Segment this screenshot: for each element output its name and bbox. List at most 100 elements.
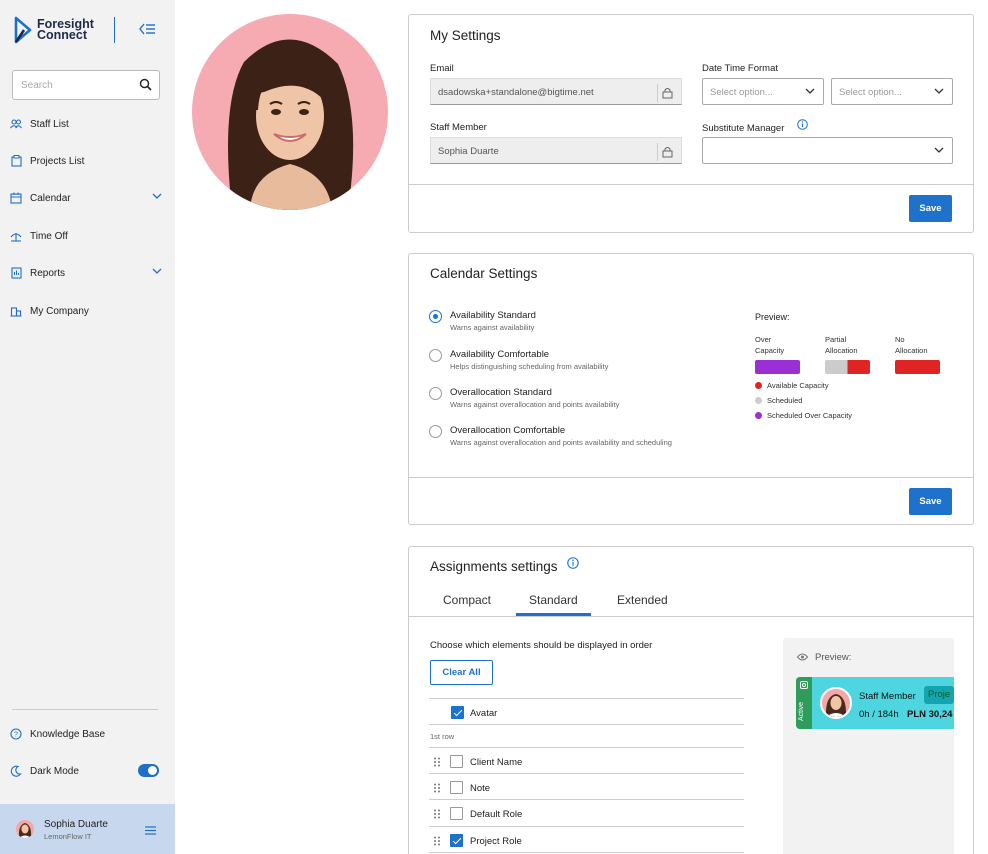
svg-text:?: ?	[14, 732, 18, 739]
my-settings-card: My Settings Email dsadowska+standalone@b…	[408, 14, 974, 233]
sidebar-item-calendar[interactable]: Calendar	[10, 187, 166, 209]
staff-member-label: Staff Member	[430, 122, 487, 133]
sidebar-item-label: Calendar	[30, 192, 71, 204]
no-allocation-bar	[895, 360, 940, 374]
caption-line: Allocation	[825, 346, 858, 355]
tab-compact[interactable]: Compact	[443, 593, 491, 607]
sidebar-item-knowledge-base[interactable]: ? Knowledge Base	[10, 723, 166, 745]
status-text: Active	[798, 701, 805, 721]
substitute-manager-select[interactable]	[702, 137, 953, 164]
avatar-label: Avatar	[470, 708, 498, 719]
foresight-logo-icon	[14, 16, 32, 44]
row-label: Client Name	[470, 757, 523, 768]
sidebar: Foresight Connect Staff List Projects Li…	[0, 0, 175, 854]
eye-icon	[797, 653, 808, 661]
project-role-checkbox[interactable]	[450, 834, 463, 847]
save-button[interactable]: Save	[909, 195, 952, 222]
staff-member-value: Sophia Duarte	[438, 146, 499, 157]
legend-available-capacity: Available Capacity	[755, 381, 829, 390]
save-button[interactable]: Save	[909, 488, 952, 515]
caption-line: Partial	[825, 335, 847, 344]
collapse-sidebar-icon[interactable]	[138, 21, 156, 37]
caption-line: Over	[755, 335, 772, 344]
status-icon	[800, 681, 808, 689]
preview-pln: PLN 30,24	[907, 709, 953, 720]
user-profile-bar[interactable]: Sophia Duarte LemonFlow IT	[0, 804, 175, 854]
note-checkbox[interactable]	[450, 781, 463, 794]
substitute-manager-label: Substitute Manager	[702, 123, 785, 134]
radio-button[interactable]	[429, 387, 442, 400]
chevron-down-icon	[934, 88, 944, 94]
knowledge-base-label: Knowledge Base	[30, 728, 106, 740]
legend-label: Scheduled	[767, 396, 803, 405]
time-format-select[interactable]: Select option...	[831, 78, 953, 105]
drag-handle-icon[interactable]	[433, 809, 441, 819]
status-strip: Active	[796, 677, 812, 729]
legend-label: Available Capacity	[767, 381, 829, 390]
logo-divider	[114, 17, 115, 43]
sidebar-item-label: Reports	[30, 267, 66, 279]
moon-icon	[10, 765, 22, 777]
avatar-checkbox[interactable]	[451, 706, 464, 719]
clear-all-button[interactable]: Clear All	[430, 660, 493, 685]
list-divider	[429, 747, 744, 748]
lock-icon	[657, 84, 677, 102]
search-input[interactable]	[13, 71, 133, 99]
search-icon[interactable]	[139, 78, 152, 91]
tab-standard[interactable]: Standard	[529, 593, 578, 607]
radio-button[interactable]	[429, 310, 442, 323]
partial-allocation-bar	[825, 360, 870, 374]
drag-handle-icon[interactable]	[433, 836, 441, 846]
no-allocation-caption: No Allocation	[895, 334, 928, 356]
chevron-down-icon[interactable]	[152, 268, 162, 275]
avatar	[16, 820, 34, 838]
sidebar-item-time-off[interactable]: Time Off	[10, 225, 166, 247]
legend-dot	[755, 412, 762, 419]
list-divider	[429, 698, 744, 699]
legend-dot	[755, 382, 762, 389]
chevron-down-icon[interactable]	[152, 193, 162, 200]
tabs-divider	[409, 616, 973, 617]
profile-photo[interactable]	[192, 14, 388, 210]
dark-mode-toggle[interactable]	[138, 764, 159, 777]
over-capacity-bar	[755, 360, 800, 374]
menu-icon[interactable]	[145, 826, 156, 835]
tab-extended[interactable]: Extended	[617, 593, 668, 607]
drag-handle-icon[interactable]	[433, 783, 441, 793]
caption-line: Capacity	[755, 346, 785, 355]
logo-line-2: Connect	[37, 28, 87, 42]
sidebar-item-label: Staff List	[30, 118, 69, 130]
partial-allocation-caption: Partial Allocation	[825, 334, 858, 356]
calendar-settings-card: Calendar Settings Availability Standard …	[408, 253, 974, 525]
card-divider	[409, 477, 973, 478]
list-divider	[429, 799, 744, 800]
radio-button[interactable]	[429, 349, 442, 362]
sidebar-item-staff-list[interactable]: Staff List	[10, 113, 166, 135]
default-role-checkbox[interactable]	[450, 807, 463, 820]
info-icon[interactable]	[797, 119, 808, 130]
date-format-select[interactable]: Select option...	[702, 78, 824, 105]
sidebar-item-my-company[interactable]: My Company	[10, 300, 166, 322]
option-desc: Warns against overallocation and points …	[450, 400, 620, 409]
option-label: Availability Comfortable	[450, 349, 550, 360]
sidebar-item-projects-list[interactable]: Projects List	[10, 150, 166, 172]
help-icon: ?	[10, 728, 22, 740]
info-icon[interactable]	[567, 557, 579, 569]
assignment-preview-card: Active Staff Member Proje 0h / 184h PLN …	[796, 677, 954, 729]
legend-dot	[755, 397, 762, 404]
company-icon	[10, 305, 22, 317]
row-label: Note	[470, 783, 491, 794]
date-time-format-label: Date Time Format	[702, 63, 779, 74]
app-logo[interactable]: Foresight Connect	[14, 16, 94, 44]
dark-mode-label: Dark Mode	[30, 765, 79, 777]
drag-handle-icon[interactable]	[433, 757, 441, 767]
avatar	[820, 687, 852, 719]
sidebar-item-label: Projects List	[30, 155, 85, 167]
lock-icon	[657, 143, 677, 161]
client-name-checkbox[interactable]	[450, 755, 463, 768]
list-divider	[429, 826, 744, 827]
radio-button[interactable]	[429, 425, 442, 438]
toggle-knob	[148, 766, 157, 775]
list-divider	[429, 852, 744, 853]
sidebar-item-reports[interactable]: Reports	[10, 262, 166, 284]
